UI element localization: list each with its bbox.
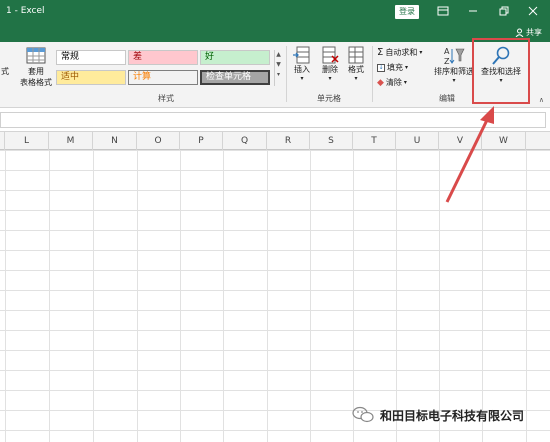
watermark: 和田目标电子科技有限公司	[352, 406, 524, 424]
wechat-icon	[352, 406, 374, 423]
watermark-text: 和田目标电子科技有限公司	[380, 408, 525, 423]
annotation-arrow	[445, 106, 494, 203]
